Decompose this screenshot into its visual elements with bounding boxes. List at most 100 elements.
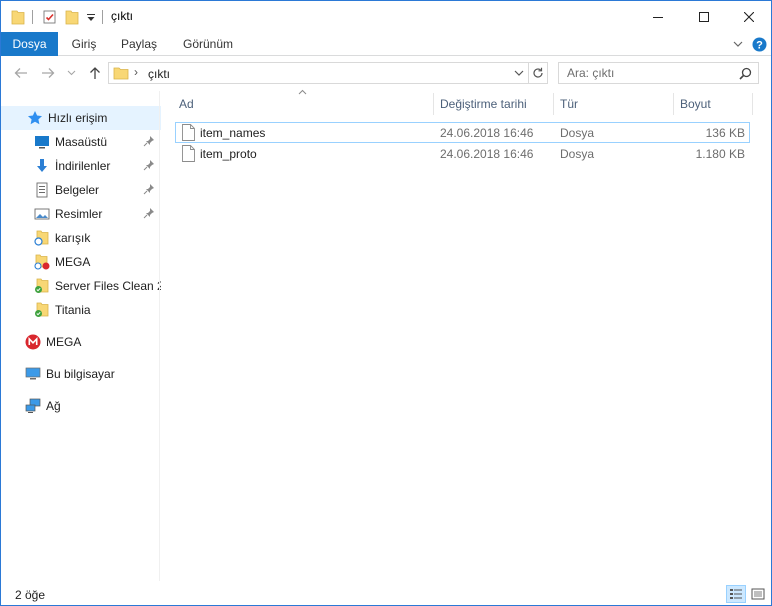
back-button[interactable] [12,64,30,82]
sidebar-item-label: karışık [55,231,91,245]
file-type: Dosya [560,126,595,140]
sidebar-item-this-pc[interactable]: Bu bilgisayar [1,362,161,386]
pin-icon[interactable] [143,135,155,147]
download-icon [34,158,50,174]
navigation-pane: Hızlı erişim Masaüstü İndirilenler Belge… [1,98,161,580]
properties-icon[interactable] [42,8,58,26]
star-icon [27,110,43,126]
sidebar-item-quick-access[interactable]: Hızlı erişim [1,106,161,130]
details-view-button[interactable] [726,585,746,603]
sidebar-item-network[interactable]: Ağ [1,394,161,418]
customize-toolbar-icon[interactable] [86,8,96,26]
sidebar-item-label: Bu bilgisayar [46,367,115,381]
table-row[interactable]: item_names 24.06.2018 16:46 Dosya 136 KB [175,122,750,143]
sidebar-item-desktop[interactable]: Masaüstü [1,130,161,154]
refresh-button[interactable] [528,62,548,84]
folder-icon [11,8,25,26]
file-icon [182,124,195,141]
address-bar[interactable]: › çıktı [108,62,529,84]
window-title: çıktı [111,9,134,23]
column-divider[interactable] [433,93,434,115]
tab-share[interactable]: Paylaş [111,32,167,56]
file-size: 1.180 KB [695,147,745,161]
sidebar-item-label: Resimler [55,207,103,221]
details-view-icon [730,589,742,599]
table-row[interactable]: item_proto 24.06.2018 16:46 Dosya 1.180 … [175,143,750,164]
documents-icon [34,182,50,198]
large-icons-view-icon [751,588,765,600]
file-modified: 24.06.2018 16:46 [440,126,534,140]
tab-home[interactable]: Giriş [60,32,108,56]
sidebar-item-mega-folder[interactable]: MEGA [1,250,161,274]
folder-check-icon [34,278,50,294]
file-icon [182,145,195,162]
column-header-modified[interactable]: Değiştirme tarihi [440,91,552,117]
chevron-down-icon[interactable] [514,69,524,77]
sidebar-item-pictures[interactable]: Resimler [1,202,161,226]
file-type: Dosya [560,147,595,161]
ribbon-tabs: Dosya Giriş Paylaş Görünüm ? [1,32,771,56]
close-button[interactable] [726,1,772,32]
sidebar-item-label: Ağ [46,399,61,413]
chevron-down-icon[interactable] [732,36,744,52]
sidebar-item-server-files[interactable]: Server Files Clean 20 [1,274,161,298]
divider [32,10,33,24]
folder-sync-icon [34,230,50,246]
pin-icon[interactable] [143,207,155,219]
tab-file[interactable]: Dosya [1,32,58,56]
sidebar-item-titania[interactable]: Titania [1,298,161,322]
large-icons-view-button[interactable] [748,585,768,603]
search-input[interactable] [567,66,737,80]
sidebar-item-mega[interactable]: MEGA [1,330,161,354]
sidebar-item-label: Titania [55,303,91,317]
pictures-icon [34,206,50,222]
sidebar-item-label: Hızlı erişim [48,111,108,125]
tab-view[interactable]: Görünüm [172,32,244,56]
pin-icon[interactable] [143,159,155,171]
folder-icon [113,67,129,80]
help-icon[interactable]: ? [752,36,767,52]
sidebar-item-label: Server Files Clean 20 [55,279,161,293]
search-icon[interactable] [739,67,752,80]
divider [102,10,103,24]
sidebar-item-documents[interactable]: Belgeler [1,178,161,202]
sidebar-item-karisik[interactable]: karışık [1,226,161,250]
recent-locations-button[interactable] [64,64,78,82]
pane-divider[interactable] [159,91,160,581]
item-count: 2 öğe [15,588,46,602]
file-name[interactable]: item_names [200,126,265,140]
column-divider[interactable] [553,93,554,115]
sidebar-item-label: Belgeler [55,183,100,197]
file-size: 136 KB [705,126,745,140]
title-bar: çıktı [1,1,771,32]
help-label: ? [756,39,763,51]
sidebar-item-downloads[interactable]: İndirilenler [1,154,161,178]
network-icon [25,398,41,414]
file-name[interactable]: item_proto [200,147,257,161]
breadcrumb-current[interactable]: çıktı [148,67,170,81]
maximize-button[interactable] [681,1,727,32]
forward-button[interactable] [39,64,57,82]
refresh-icon [533,67,543,78]
minimize-button[interactable] [635,1,681,32]
search-box[interactable] [558,62,759,84]
new-folder-icon[interactable] [65,8,79,26]
computer-icon [25,366,41,382]
column-header-size[interactable]: Boyut [680,91,750,117]
sidebar-item-label: Masaüstü [55,135,108,149]
sidebar-item-label: İndirilenler [55,159,111,173]
status-bar: 2 öğe [1,581,771,605]
explorer-window: çıktı Dosya Giriş Paylaş Görünüm ? › çık… [0,0,772,606]
mega-icon [25,334,41,350]
breadcrumb-separator[interactable]: › [134,65,138,79]
column-header-type[interactable]: Tür [560,91,670,117]
folder-mega-icon [34,254,50,270]
column-header-name[interactable]: Ad [179,91,431,117]
file-modified: 24.06.2018 16:46 [440,147,534,161]
folder-check-icon [34,302,50,318]
pin-icon[interactable] [143,183,155,195]
column-divider[interactable] [673,93,674,115]
column-divider[interactable] [752,93,753,115]
up-button[interactable] [86,64,104,82]
sidebar-item-label: MEGA [55,255,91,269]
